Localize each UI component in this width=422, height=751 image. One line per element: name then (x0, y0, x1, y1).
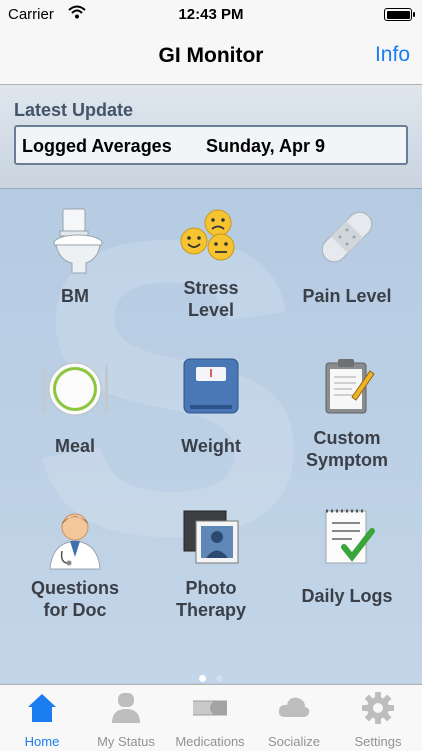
tile-meal[interactable]: Meal (5, 357, 145, 457)
tile-label: Photo Therapy (175, 578, 247, 620)
tab-home[interactable]: Home (0, 685, 84, 751)
page-dot (216, 675, 223, 682)
scale-icon (176, 357, 246, 427)
gear-icon (361, 691, 395, 725)
tile-weight[interactable]: Weight (141, 357, 281, 457)
pill-icon (186, 691, 234, 725)
tile-questions-for-doc[interactable]: Questions for Doc (5, 507, 145, 621)
page-title: GI Monitor (158, 44, 264, 67)
tab-bar: Home My Status Medications Socialize Set… (0, 684, 422, 751)
doctor-icon (40, 507, 110, 577)
latest-update-type: Logged Averages (22, 136, 172, 156)
plate-icon (40, 357, 110, 427)
tab-settings[interactable]: Settings (336, 685, 420, 751)
tile-bm[interactable]: BM (5, 207, 145, 307)
cloud-icon (277, 691, 311, 725)
latest-update-panel: Latest Update Logged Averages Sunday, Ap… (0, 85, 422, 189)
tile-stress-level[interactable]: Stress Level (141, 207, 281, 321)
tile-label: Stress Level (183, 278, 239, 320)
photo-icon (176, 507, 246, 577)
info-button[interactable]: Info (375, 43, 410, 67)
tile-label: Questions for Doc (30, 578, 119, 620)
clipboard-icon (312, 357, 382, 427)
tab-my-status[interactable]: My Status (84, 685, 168, 751)
tile-label: Custom Symptom (305, 428, 388, 470)
tab-label: Settings (354, 734, 402, 749)
home-icon (25, 691, 59, 725)
bandage-icon (312, 207, 382, 277)
latest-update-selector[interactable]: Logged Averages Sunday, Apr 9 (14, 125, 408, 165)
tile-label: Weight (181, 436, 241, 456)
latest-update-label: Latest Update (14, 100, 134, 120)
battery-icon (384, 8, 415, 21)
page-indicator[interactable] (0, 669, 422, 683)
tab-label: Home (24, 734, 60, 749)
tab-medications[interactable]: Medications (168, 685, 252, 751)
person-icon (109, 691, 143, 725)
tab-label: Medications (175, 734, 245, 749)
navigation-bar: GI Monitor Info (0, 30, 422, 85)
tile-photo-therapy[interactable]: Photo Therapy (141, 507, 281, 621)
page-dot-active (199, 675, 206, 682)
status-bar: Carrier 12:43 PM (0, 0, 422, 30)
faces-icon (176, 207, 246, 277)
tab-label: Socialize (267, 734, 321, 749)
home-grid: S BM Stress Level Pain Level Meal Weight… (0, 189, 422, 683)
tab-label: My Status (97, 734, 155, 749)
tile-custom-symptom[interactable]: Custom Symptom (277, 357, 417, 471)
tile-label: Meal (54, 436, 96, 456)
clock: 12:43 PM (178, 6, 244, 23)
tile-label: BM (61, 286, 89, 306)
checklist-icon (312, 507, 382, 577)
tile-daily-logs[interactable]: Daily Logs (277, 507, 417, 607)
toilet-icon (40, 207, 110, 277)
latest-update-date: Sunday, Apr 9 (206, 136, 326, 156)
tab-socialize[interactable]: Socialize (252, 685, 336, 751)
tile-label: Pain Level (302, 286, 392, 306)
tile-pain-level[interactable]: Pain Level (277, 207, 417, 307)
tile-label: Daily Logs (301, 586, 393, 606)
